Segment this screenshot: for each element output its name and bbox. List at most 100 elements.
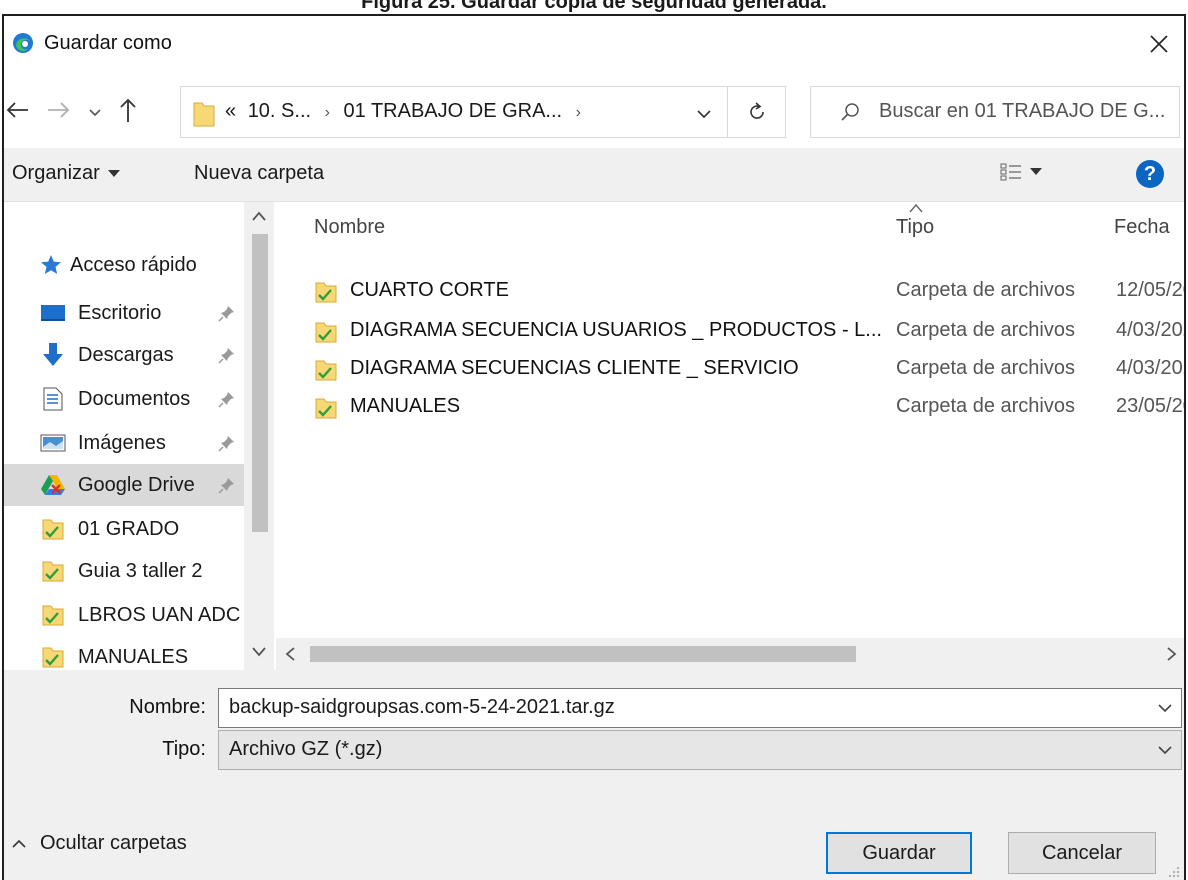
sidebar-item-downloads[interactable]: Descargas bbox=[4, 334, 244, 376]
file-type-value: Archivo GZ (*.gz) bbox=[229, 738, 383, 760]
file-type: Carpeta de archivos bbox=[896, 357, 1075, 379]
refresh-button[interactable] bbox=[727, 87, 785, 137]
pin-icon[interactable] bbox=[218, 434, 236, 452]
change-view-button[interactable] bbox=[1000, 162, 1042, 182]
close-button[interactable] bbox=[1134, 16, 1184, 72]
sidebar-item-label: Acceso rápido bbox=[70, 253, 197, 276]
search-input[interactable]: Buscar en 01 TRABAJO DE G... bbox=[879, 100, 1165, 123]
address-dropdown-chevron-icon[interactable] bbox=[693, 103, 715, 125]
sidebar-item-manuales[interactable]: MANUALES bbox=[4, 636, 244, 670]
scrollbar-thumb[interactable] bbox=[310, 646, 856, 662]
search-box[interactable]: Buscar en 01 TRABAJO DE G... bbox=[810, 86, 1180, 138]
sidebar-item-documents[interactable]: Documentos bbox=[4, 378, 244, 420]
sidebar-item-label: Descargas bbox=[78, 343, 174, 366]
column-header-date[interactable]: Fecha bbox=[1114, 216, 1170, 239]
file-name-value: backup-saidgroupsas.com-5-24-2021.tar.gz bbox=[229, 696, 615, 718]
resize-grip-icon[interactable] bbox=[1166, 864, 1180, 878]
file-name: CUARTO CORTE bbox=[350, 279, 509, 301]
caret-down-icon bbox=[107, 169, 120, 177]
download-icon bbox=[40, 342, 66, 368]
file-name-label: Nombre: bbox=[129, 696, 206, 718]
breadcrumb-separator[interactable]: › bbox=[317, 104, 338, 121]
up-arrow-icon[interactable] bbox=[114, 92, 142, 128]
column-header-type[interactable]: Tipo bbox=[896, 216, 934, 239]
close-icon bbox=[1150, 35, 1168, 53]
breadcrumb-separator[interactable]: › bbox=[568, 104, 589, 121]
google-drive-icon bbox=[40, 472, 66, 498]
navigation-pane-scrollbar[interactable] bbox=[244, 202, 274, 670]
title-bar: Guardar como bbox=[4, 16, 1184, 72]
save-as-dialog: Guardar como « 10. S... › 01 TRABAJO DE … bbox=[2, 14, 1186, 880]
sidebar-item-quick-access[interactable]: Acceso rápido bbox=[4, 244, 244, 286]
synced-folder-icon bbox=[40, 644, 66, 670]
file-name-field[interactable]: backup-saidgroupsas.com-5-24-2021.tar.gz bbox=[218, 688, 1182, 728]
file-row[interactable]: DIAGRAMA SECUENCIAS CLIENTE _ SERVICIO C… bbox=[276, 352, 1184, 386]
file-type: Carpeta de archivos bbox=[896, 319, 1075, 341]
scroll-down-arrow-icon[interactable] bbox=[251, 646, 267, 658]
navigation-pane: Acceso rápido Escritorio Descargas Docum… bbox=[4, 202, 274, 670]
search-icon bbox=[841, 103, 859, 121]
back-arrow-icon[interactable] bbox=[4, 92, 32, 128]
synced-folder-icon bbox=[40, 516, 66, 542]
new-folder-button[interactable]: Nueva carpeta bbox=[194, 162, 324, 185]
file-name: DIAGRAMA SECUENCIAS CLIENTE _ SERVICIO bbox=[350, 357, 799, 379]
sidebar-item-guia-3-taller-2[interactable]: Guia 3 taller 2 bbox=[4, 550, 244, 592]
sidebar-item-label: Guia 3 taller 2 bbox=[78, 559, 203, 582]
chevron-down-icon bbox=[1158, 746, 1172, 755]
help-button[interactable]: ? bbox=[1136, 160, 1164, 188]
breadcrumb-segment[interactable]: 01 TRABAJO DE GRA... bbox=[344, 100, 563, 122]
scrollbar-thumb[interactable] bbox=[252, 234, 268, 532]
forward-arrow-icon[interactable] bbox=[44, 92, 72, 128]
address-bar[interactable]: « 10. S... › 01 TRABAJO DE GRA... › bbox=[180, 86, 786, 138]
file-row[interactable]: DIAGRAMA SECUENCIA USUARIOS _ PRODUCTOS … bbox=[276, 314, 1184, 348]
organize-menu[interactable]: Organizar bbox=[12, 162, 120, 185]
scroll-right-arrow-icon[interactable] bbox=[1166, 646, 1178, 662]
file-row[interactable]: MANUALES Carpeta de archivos 23/05/20 bbox=[276, 390, 1184, 424]
synced-folder-icon bbox=[315, 360, 337, 381]
edge-browser-icon bbox=[13, 33, 33, 53]
sidebar-item-lbros-uan-adc[interactable]: LBROS UAN ADC bbox=[4, 594, 244, 636]
hide-folders-toggle[interactable]: Ocultar carpetas bbox=[12, 832, 187, 855]
synced-folder-icon bbox=[40, 602, 66, 628]
file-type-select[interactable]: Archivo GZ (*.gz) bbox=[218, 730, 1182, 770]
sidebar-item-desktop[interactable]: Escritorio bbox=[4, 292, 244, 334]
save-options-panel: Nombre: backup-saidgroupsas.com-5-24-202… bbox=[4, 670, 1184, 880]
navigation-bar: « 10. S... › 01 TRABAJO DE GRA... › Busc… bbox=[4, 72, 1184, 148]
file-list-horizontal-scrollbar[interactable] bbox=[276, 638, 1184, 670]
file-name: MANUALES bbox=[350, 395, 461, 417]
sidebar-item-label: Documentos bbox=[78, 387, 191, 410]
scroll-left-arrow-icon[interactable] bbox=[284, 646, 296, 662]
sidebar-item-label: MANUALES bbox=[78, 645, 189, 668]
sidebar-item-label: 01 GRADO bbox=[78, 517, 180, 540]
breadcrumb-overflow[interactable]: « bbox=[225, 100, 236, 122]
window-title: Guardar como bbox=[44, 32, 172, 54]
breadcrumb: « 10. S... › 01 TRABAJO DE GRA... › bbox=[225, 100, 589, 123]
file-type: Carpeta de archivos bbox=[896, 395, 1075, 417]
sidebar-item-pictures[interactable]: Imágenes bbox=[4, 422, 244, 464]
chevron-down-icon[interactable] bbox=[1157, 701, 1173, 715]
pin-icon[interactable] bbox=[218, 476, 236, 494]
figure-caption-text: Figura 25. Guardar copia de seguridad ge… bbox=[361, 0, 827, 13]
organize-label: Organizar bbox=[12, 162, 100, 184]
synced-folder-icon bbox=[315, 322, 337, 343]
column-header-name[interactable]: Nombre bbox=[314, 216, 385, 239]
pictures-icon bbox=[40, 430, 66, 456]
sort-ascending-caret-icon bbox=[909, 203, 923, 213]
details-view-icon bbox=[1000, 163, 1021, 181]
breadcrumb-segment[interactable]: 10. S... bbox=[248, 100, 311, 122]
pin-icon[interactable] bbox=[218, 390, 236, 408]
recent-locations-chevron-icon[interactable] bbox=[84, 94, 106, 130]
file-name: DIAGRAMA SECUENCIA USUARIOS _ PRODUCTOS … bbox=[350, 319, 882, 341]
cancel-button[interactable]: Cancelar bbox=[1008, 832, 1156, 874]
synced-folder-icon bbox=[315, 398, 337, 419]
scroll-up-arrow-icon[interactable] bbox=[251, 210, 267, 222]
sidebar-item-google-drive[interactable]: Google Drive bbox=[4, 464, 244, 506]
file-row[interactable]: CUARTO CORTE Carpeta de archivos 12/05/2… bbox=[276, 274, 1184, 308]
synced-folder-icon bbox=[40, 558, 66, 584]
pin-icon[interactable] bbox=[218, 346, 236, 364]
sidebar-item-label: LBROS UAN ADC bbox=[78, 603, 241, 626]
save-button[interactable]: Guardar bbox=[826, 832, 972, 874]
sidebar-item-01-grado[interactable]: 01 GRADO bbox=[4, 508, 244, 550]
folder-icon bbox=[193, 102, 215, 127]
pin-icon[interactable] bbox=[218, 304, 236, 322]
